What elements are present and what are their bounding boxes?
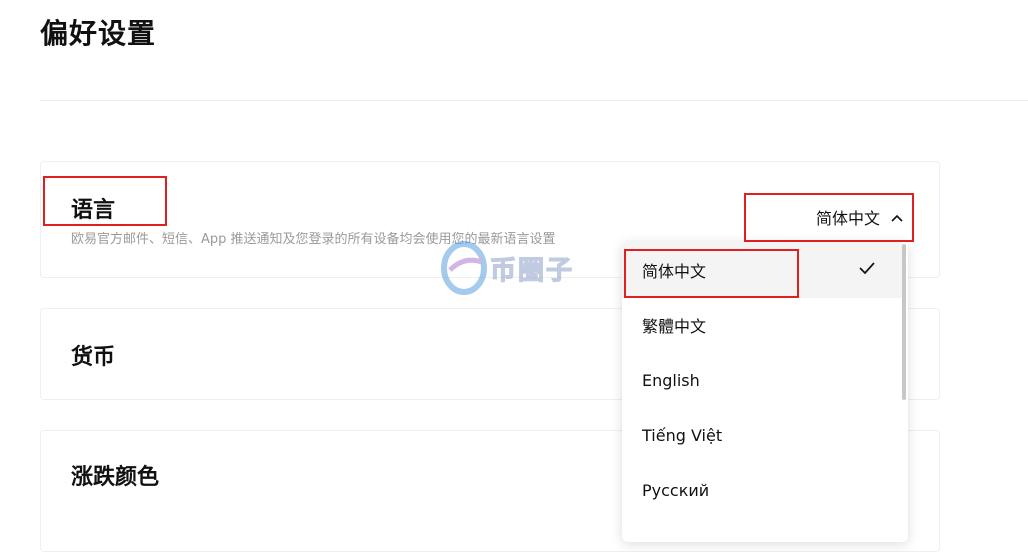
page-title: 偏好设置 bbox=[40, 17, 157, 50]
option-label: English bbox=[642, 370, 700, 390]
language-description: 欧易官方邮件、短信、App 推送通知及您登录的所有设备均会使用您的最新语言设置 bbox=[71, 232, 556, 247]
language-select[interactable]: 简体中文 bbox=[746, 194, 912, 240]
language-option-vi[interactable]: Tiếng Việt bbox=[622, 407, 902, 463]
dropdown-scrollbar[interactable] bbox=[902, 244, 906, 400]
option-label: Tiếng Việt bbox=[642, 425, 723, 445]
header-divider bbox=[40, 100, 1028, 101]
language-option-ru[interactable]: Русский bbox=[622, 462, 902, 518]
language-option-zh-hans[interactable]: 简体中文 bbox=[622, 242, 902, 298]
language-select-value: 简体中文 bbox=[815, 209, 880, 228]
language-option-zh-hant[interactable]: 繁體中文 bbox=[622, 297, 902, 353]
currency-title: 货币 bbox=[71, 345, 116, 370]
option-label: Русский bbox=[642, 480, 710, 500]
color-title: 涨跌颜色 bbox=[71, 465, 160, 490]
language-dropdown: 简体中文 繁體中文 English Tiếng Việt Русский bbox=[622, 242, 908, 542]
check-icon bbox=[858, 260, 876, 280]
language-option-en[interactable]: English bbox=[622, 352, 902, 408]
option-label: 简体中文 bbox=[642, 262, 707, 281]
language-title: 语言 bbox=[71, 198, 116, 223]
option-label: 繁體中文 bbox=[642, 317, 707, 336]
chevron-up-icon bbox=[890, 208, 904, 227]
